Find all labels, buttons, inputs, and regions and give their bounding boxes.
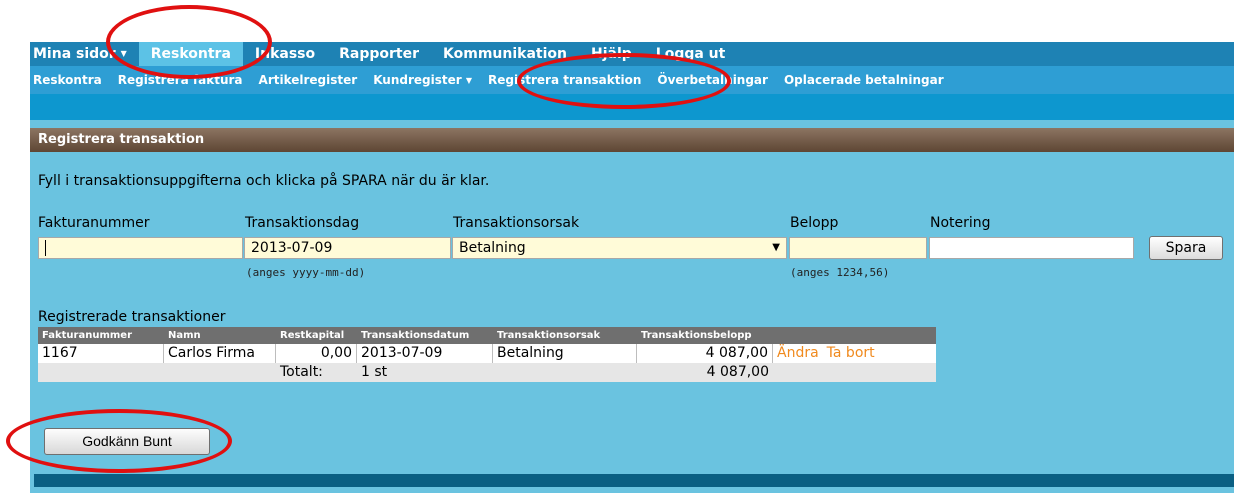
nav-reskontra[interactable]: Reskontra bbox=[138, 42, 243, 66]
nav-hjalp-label: Hjälp bbox=[590, 46, 632, 62]
chevron-down-icon: ▼ bbox=[465, 76, 473, 85]
nav-mina-sidor[interactable]: Mina sidor ▼ bbox=[30, 42, 139, 66]
transaction-date-label: Transaktionsdag bbox=[245, 215, 360, 231]
column-header: Namn bbox=[168, 330, 201, 341]
total-spacer bbox=[493, 363, 637, 382]
column-header bbox=[773, 327, 936, 344]
cell-invoice: 1167 bbox=[38, 344, 164, 363]
column-header: Transaktionsdatum bbox=[361, 330, 470, 341]
subnav-artikelregister-label: Artikelregister bbox=[258, 73, 358, 87]
nav-reskontra-label: Reskontra bbox=[150, 46, 231, 62]
note-input[interactable] bbox=[929, 237, 1134, 259]
nav-logga-ut-label: Logga ut bbox=[655, 46, 726, 62]
transaction-reason-value: Betalning bbox=[459, 240, 526, 256]
subnav-artikelregister[interactable]: Artikelregister bbox=[251, 73, 366, 87]
cell-actions: Ändra Ta bort bbox=[773, 344, 936, 363]
invoice-number-input[interactable] bbox=[38, 237, 243, 259]
total-label: Totalt: bbox=[280, 364, 323, 380]
table-header-row: Fakturanummer Namn Restkapital Transakti… bbox=[38, 327, 936, 344]
nav-mina-sidor-label: Mina sidor bbox=[33, 46, 116, 62]
nav-rapporter[interactable]: Rapporter bbox=[327, 42, 431, 66]
table-row: 1167 Carlos Firma 0,00 2013-07-09 Betaln… bbox=[38, 344, 936, 363]
transactions-table: Fakturanummer Namn Restkapital Transakti… bbox=[38, 327, 936, 382]
subnav-registrera-transaktion[interactable]: Registrera transaktion bbox=[480, 73, 649, 87]
subnav-reskontra-label: Reskontra bbox=[33, 73, 102, 87]
column-header: Fakturanummer bbox=[42, 330, 133, 341]
subnav-registrera-faktura-label: Registrera faktura bbox=[117, 73, 243, 87]
panel-title: Registrera transaktion bbox=[30, 128, 1234, 152]
sub-navigation: Reskontra Registrera faktura Artikelregi… bbox=[30, 66, 1234, 94]
total-amount: 4 087,00 bbox=[706, 364, 769, 380]
subnav-oplacerade-betalningar[interactable]: Oplacerade betalningar bbox=[776, 73, 952, 87]
nav-logga-ut[interactable]: Logga ut bbox=[644, 42, 738, 66]
subnav-kundregister[interactable]: Kundregister ▼ bbox=[365, 73, 480, 87]
save-button[interactable]: Spara bbox=[1149, 236, 1223, 260]
subnav-kundregister-label: Kundregister bbox=[373, 73, 462, 87]
text-cursor bbox=[45, 240, 46, 256]
nav-inkasso[interactable]: Inkasso bbox=[243, 42, 327, 66]
cell-remaining: 0,00 bbox=[276, 344, 357, 363]
approve-batch-button[interactable]: Godkänn Bunt bbox=[44, 428, 210, 455]
subnav-reskontra[interactable]: Reskontra bbox=[30, 73, 110, 87]
column-header: Restkapital bbox=[280, 330, 345, 341]
amount-label: Belopp bbox=[790, 215, 839, 231]
table-total-row: Totalt: 1 st 4 087,00 bbox=[38, 363, 936, 382]
total-spacer bbox=[164, 363, 276, 382]
delete-link[interactable]: Ta bort bbox=[827, 345, 875, 361]
note-label: Notering bbox=[930, 215, 991, 231]
chevron-down-icon: ▼ bbox=[120, 49, 127, 58]
subnav-registrera-transaktion-label: Registrera transaktion bbox=[488, 73, 642, 87]
total-count: 1 st bbox=[361, 364, 388, 380]
nav-inkasso-label: Inkasso bbox=[254, 46, 316, 62]
cell-name: Carlos Firma bbox=[164, 344, 276, 363]
date-format-hint: (anges yyyy-mm-dd) bbox=[246, 266, 366, 279]
top-navigation: Mina sidor ▼ Reskontra Inkasso Rapporter… bbox=[30, 42, 1234, 66]
cell-date: 2013-07-09 bbox=[357, 344, 493, 363]
subnav-overbetalningar-label: Överbetalningar bbox=[657, 73, 768, 87]
header-band bbox=[30, 94, 1234, 120]
subnav-registrera-faktura[interactable]: Registrera faktura bbox=[110, 73, 251, 87]
cell-reason: Betalning bbox=[493, 344, 637, 363]
transaction-date-input[interactable]: 2013-07-09 bbox=[244, 237, 451, 259]
footer-bar bbox=[34, 474, 1234, 487]
instructions-text: Fyll i transaktionsuppgifterna och klick… bbox=[38, 173, 490, 189]
amount-input[interactable] bbox=[789, 237, 927, 259]
transaction-date-value: 2013-07-09 bbox=[251, 240, 333, 256]
edit-link[interactable]: Ändra bbox=[777, 345, 819, 361]
nav-kommunikation[interactable]: Kommunikation bbox=[431, 42, 579, 66]
nav-hjalp[interactable]: Hjälp bbox=[579, 42, 644, 66]
invoice-number-label: Fakturanummer bbox=[38, 215, 150, 231]
transaction-reason-label: Transaktionsorsak bbox=[453, 215, 580, 231]
column-header: Transaktionsbelopp bbox=[641, 330, 752, 341]
transaction-reason-select[interactable]: Betalning ▼ bbox=[452, 237, 787, 259]
dropdown-arrow-icon[interactable]: ▼ bbox=[772, 238, 780, 258]
nav-rapporter-label: Rapporter bbox=[339, 46, 420, 62]
column-header: Transaktionsorsak bbox=[497, 330, 601, 341]
subnav-overbetalningar[interactable]: Överbetalningar bbox=[649, 73, 776, 87]
total-spacer bbox=[773, 363, 936, 382]
registered-transactions-title: Registrerade transaktioner bbox=[38, 309, 226, 325]
amount-format-hint: (anges 1234,56) bbox=[790, 266, 890, 279]
nav-kommunikation-label: Kommunikation bbox=[443, 46, 567, 62]
subnav-oplacerade-betalningar-label: Oplacerade betalningar bbox=[783, 73, 944, 87]
cell-amount: 4 087,00 bbox=[637, 344, 773, 363]
total-spacer bbox=[38, 363, 164, 382]
